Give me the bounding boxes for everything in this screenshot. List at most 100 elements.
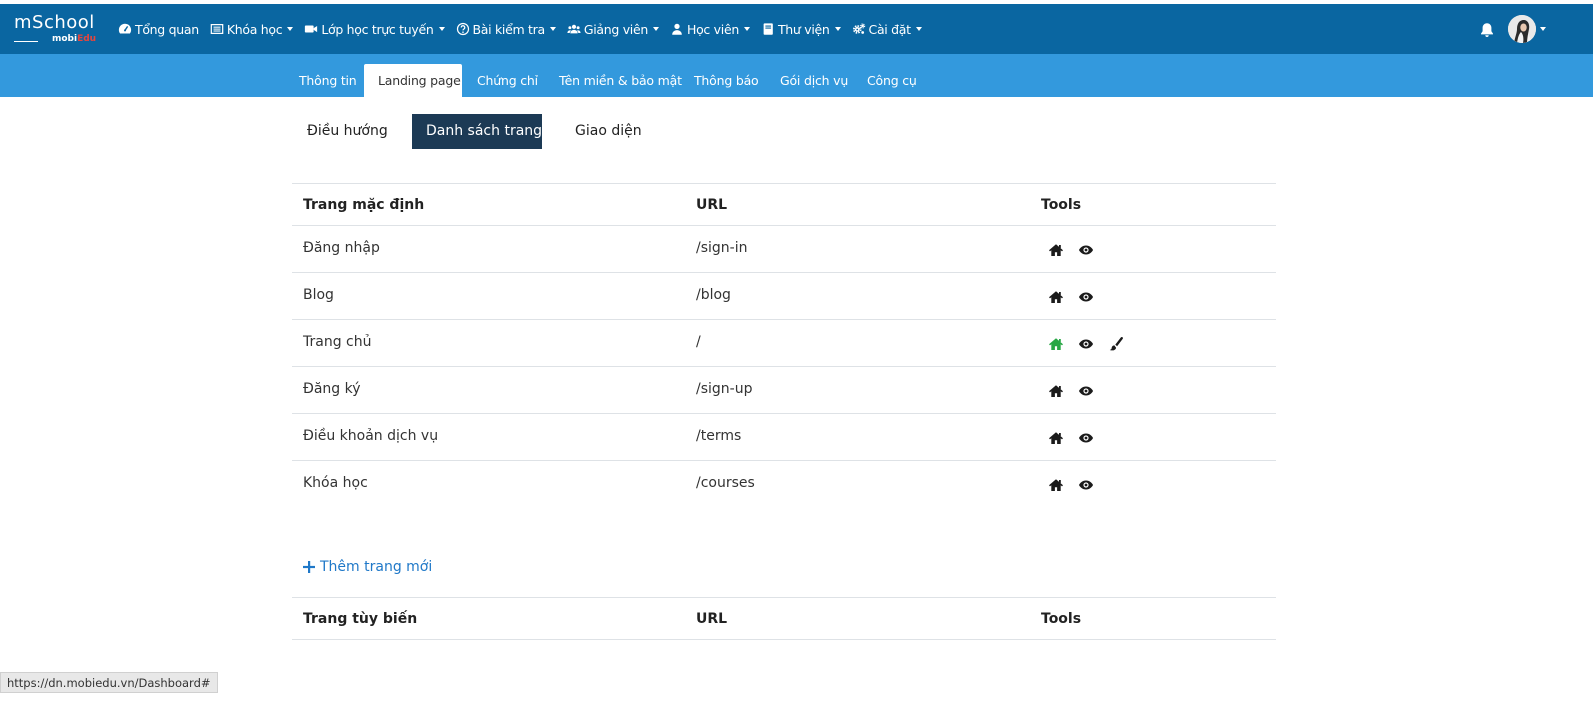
gears-icon	[852, 23, 865, 34]
eye-icon[interactable]	[1078, 383, 1094, 399]
column-header-name: Trang tùy biến	[303, 611, 418, 627]
table-row: Khóa học/courses	[292, 460, 1276, 507]
home-icon[interactable]	[1048, 477, 1064, 493]
pill-danh-sach-trang[interactable]: Danh sách trang	[412, 114, 542, 149]
logo-underline	[14, 41, 38, 42]
page-name: Blog	[303, 287, 334, 303]
tab-landing-page[interactable]: Landing page	[364, 64, 462, 97]
users-icon	[567, 24, 581, 34]
nav-item-khoa-hoc[interactable]: Khóa học	[210, 21, 294, 37]
dashboard-icon	[118, 23, 132, 34]
eye-icon[interactable]	[1078, 430, 1094, 446]
chevron-down-icon	[438, 27, 445, 31]
nav-label: Khóa học	[226, 21, 283, 37]
tab-thong-tin[interactable]: Thông tin	[285, 64, 371, 97]
table-header-row: Trang tùy biến URL Tools	[292, 597, 1276, 640]
table-row: Đăng ký/sign-up	[292, 366, 1276, 413]
nav-label: Cài đặt	[868, 21, 912, 37]
row-tools	[1041, 475, 1101, 495]
default-pages-table: Trang mặc định URL Tools Đăng nhập/sign-…	[292, 183, 1276, 507]
paint-brush-icon[interactable]	[1108, 336, 1124, 352]
page-url: /blog	[696, 287, 731, 303]
home-active-icon[interactable]	[1048, 336, 1064, 352]
page-url: /sign-up	[696, 381, 753, 397]
video-camera-icon	[305, 25, 318, 33]
row-tools	[1041, 240, 1101, 260]
page-url: /courses	[696, 475, 755, 491]
browser-status-url: https://dn.mobiedu.vn/Dashboard#	[0, 672, 218, 693]
logo-main-text: mSchool	[14, 12, 95, 33]
add-new-page-link[interactable]: Thêm trang mới	[303, 559, 432, 575]
user-avatar[interactable]	[1508, 15, 1536, 43]
nav-item-tong-quan[interactable]: Tổng quan	[118, 22, 199, 37]
eye-icon[interactable]	[1078, 242, 1094, 258]
table-row: Blog/blog	[292, 272, 1276, 319]
home-icon[interactable]	[1048, 242, 1064, 258]
page-url: /terms	[696, 428, 742, 444]
eye-icon[interactable]	[1078, 336, 1094, 352]
tab-cong-cu[interactable]: Công cụ	[853, 64, 931, 97]
nav-label: Tổng quan	[135, 21, 199, 37]
plus-icon	[303, 561, 315, 573]
list-icon	[210, 24, 224, 34]
page-name: Đăng ký	[303, 381, 361, 397]
bell-icon[interactable]	[1480, 22, 1494, 38]
eye-icon[interactable]	[1078, 477, 1094, 493]
eye-icon[interactable]	[1078, 289, 1094, 305]
tab-thong-bao[interactable]: Thông báo	[680, 64, 772, 97]
nav-item-cai-dat[interactable]: Cài đặt	[852, 22, 922, 37]
home-icon[interactable]	[1048, 430, 1064, 446]
chevron-down-icon	[287, 27, 294, 31]
nav-item-lop-hoc-truc-tuyen[interactable]: Lớp học trực tuyến	[304, 21, 445, 37]
chevron-down-icon	[549, 27, 556, 31]
nav-label: Lớp học trực tuyến	[321, 21, 434, 37]
column-header-tools: Tools	[1041, 197, 1082, 213]
page-name: Khóa học	[303, 475, 368, 491]
avatar-chevron-down-icon[interactable]	[1540, 27, 1546, 31]
row-tools	[1041, 334, 1131, 354]
chevron-down-icon	[834, 27, 841, 31]
top-navbar: mSchool mobiEdu Tổng quan Khóa học Lớp h…	[0, 4, 1593, 54]
page-name: Điều khoản dịch vụ	[303, 428, 439, 444]
page-url: /sign-in	[696, 240, 748, 256]
tab-ten-mien-bao-mat[interactable]: Tên miền & bảo mật	[545, 64, 696, 97]
custom-pages-table: Trang tùy biến URL Tools	[292, 597, 1276, 640]
pill-dieu-huong[interactable]: Điều hướng	[293, 114, 402, 149]
chevron-down-icon	[743, 27, 750, 31]
home-icon[interactable]	[1048, 383, 1064, 399]
tab-goi-dich-vu[interactable]: Gói dịch vụ	[766, 64, 862, 97]
page-name: Đăng nhập	[303, 240, 380, 256]
table-header-row: Trang mặc định URL Tools	[292, 183, 1276, 225]
row-tools	[1041, 381, 1101, 401]
nav-label: Bài kiểm tra	[472, 21, 546, 37]
book-icon	[763, 23, 773, 35]
logo-sub-text: mobiEdu	[52, 34, 96, 44]
column-header-url: URL	[696, 197, 728, 213]
user-icon	[672, 23, 682, 35]
row-tools	[1041, 428, 1101, 448]
chevron-down-icon	[915, 27, 922, 31]
nav-item-thu-vien[interactable]: Thư viện	[761, 22, 841, 37]
pill-giao-dien[interactable]: Giao diện	[561, 114, 656, 149]
nav-label: Học viên	[686, 21, 739, 37]
table-row: Trang chủ /	[292, 319, 1276, 366]
nav-item-bai-kiem-tra[interactable]: Bài kiểm tra	[456, 22, 556, 37]
logo-sub-a: mobi	[52, 34, 78, 44]
home-icon[interactable]	[1048, 289, 1064, 305]
column-header-name: Trang mặc định	[303, 197, 425, 213]
nav-item-giang-vien[interactable]: Giảng viên	[567, 22, 659, 37]
add-new-page-label: Thêm trang mới	[320, 559, 433, 575]
page-url: /	[696, 334, 701, 350]
table-row: Điều khoản dịch vụ/terms	[292, 413, 1276, 460]
page-name: Trang chủ	[303, 334, 372, 350]
nav-label: Thư viện	[777, 21, 830, 37]
logo-sub-b: Edu	[77, 34, 97, 44]
table-row: Đăng nhập/sign-in	[292, 225, 1276, 272]
settings-tabs: Thông tin Landing page Chứng chỉ Tên miề…	[0, 54, 1593, 97]
column-header-url: URL	[696, 611, 728, 627]
mschool-logo[interactable]: mSchool mobiEdu	[14, 12, 104, 48]
column-header-tools: Tools	[1041, 611, 1082, 627]
nav-item-hoc-vien[interactable]: Học viên	[670, 22, 750, 37]
question-circle-icon	[456, 22, 469, 36]
tab-chung-chi[interactable]: Chứng chỉ	[463, 64, 552, 97]
